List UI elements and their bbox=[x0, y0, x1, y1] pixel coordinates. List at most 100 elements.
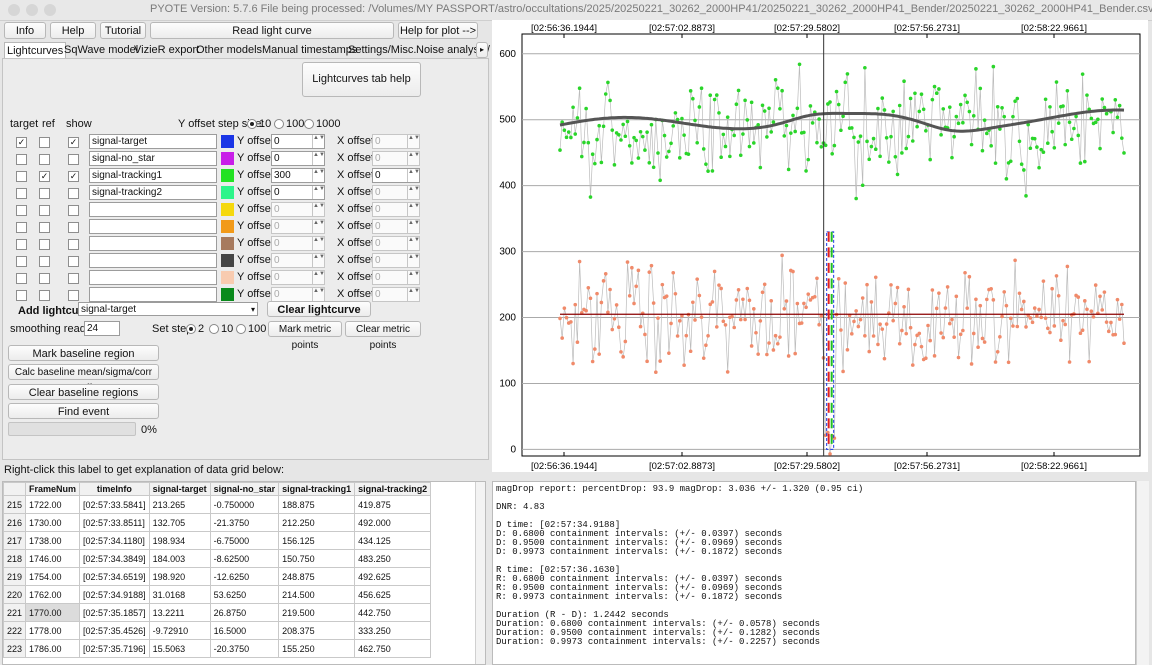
table-row[interactable]: 216 1730.00 [02:57:33.8511] 132.705 -21.3750… bbox=[3, 513, 432, 532]
minimize-window-icon[interactable] bbox=[26, 4, 38, 16]
table-cell[interactable]: 150.750 bbox=[278, 549, 356, 568]
ref-checkbox[interactable] bbox=[39, 205, 50, 216]
close-window-icon[interactable] bbox=[8, 4, 20, 16]
clear-lightcurve-list-button[interactable]: Clear lightcurve list bbox=[267, 301, 371, 332]
table-cell[interactable]: [02:57:33.8511] bbox=[79, 513, 150, 532]
table-cell[interactable]: 1738.00 bbox=[25, 531, 81, 550]
table-cell[interactable]: 53.6250 bbox=[209, 585, 280, 604]
step-100-radio[interactable] bbox=[274, 119, 284, 129]
stepper-icon[interactable]: ▲▼ bbox=[407, 271, 419, 284]
x-offset-input[interactable]: 0 ▲▼ bbox=[372, 219, 420, 234]
target-checkbox[interactable] bbox=[16, 239, 27, 250]
table-row[interactable]: 217 1738.00 [02:57:34.1180] 198.934 -6.75000… bbox=[3, 531, 432, 550]
smoothing-readings-input[interactable]: 24 bbox=[84, 321, 120, 336]
row-number[interactable]: 220 bbox=[3, 585, 27, 604]
curve-name-field[interactable] bbox=[89, 219, 217, 234]
ref-checkbox[interactable] bbox=[39, 239, 50, 250]
stepper-icon[interactable]: ▲▼ bbox=[407, 237, 419, 250]
table-cell[interactable]: 1730.00 bbox=[25, 513, 81, 532]
table-cell[interactable]: 15.5063 bbox=[148, 639, 211, 658]
show-checkbox[interactable] bbox=[68, 222, 79, 233]
show-checkbox[interactable]: ✓ bbox=[68, 137, 79, 148]
table-cell[interactable]: -6.75000 bbox=[209, 531, 280, 550]
target-checkbox[interactable]: ✓ bbox=[16, 137, 27, 148]
tab-scroll-right-icon[interactable]: ▸ bbox=[476, 42, 488, 58]
curve-name-field[interactable]: signal-tracking2 bbox=[89, 185, 217, 200]
table-cell[interactable]: 16.5000 bbox=[209, 621, 280, 640]
x-offset-input[interactable]: 0 ▲▼ bbox=[372, 287, 420, 302]
table-cell[interactable]: 212.250 bbox=[278, 513, 356, 532]
row-number[interactable]: 219 bbox=[3, 567, 27, 586]
table-cell[interactable]: 1786.00 bbox=[25, 639, 81, 658]
table-cell[interactable]: 248.875 bbox=[278, 567, 356, 586]
stepper-icon[interactable]: ▲▼ bbox=[312, 203, 324, 216]
show-checkbox[interactable] bbox=[68, 273, 79, 284]
table-cell[interactable]: -8.62500 bbox=[209, 549, 280, 568]
x-offset-input[interactable]: 0 ▲▼ bbox=[372, 202, 420, 217]
curve-name-field[interactable]: signal-tracking1 bbox=[89, 168, 217, 183]
table-cell[interactable]: 155.250 bbox=[278, 639, 356, 658]
x-offset-input[interactable]: 0 ▲▼ bbox=[372, 168, 420, 183]
y-offset-input[interactable]: 0 ▲▼ bbox=[271, 185, 325, 200]
clear-metric-points-button[interactable]: Clear metric points bbox=[345, 321, 421, 351]
target-checkbox[interactable] bbox=[16, 222, 27, 233]
stepper-icon[interactable]: ▲▼ bbox=[407, 220, 419, 233]
x-offset-input[interactable]: 0 ▲▼ bbox=[372, 151, 420, 166]
curve-name-field[interactable]: signal-no_star bbox=[89, 151, 217, 166]
table-cell[interactable]: 208.375 bbox=[278, 621, 356, 640]
color-swatch[interactable] bbox=[221, 186, 234, 199]
table-cell[interactable]: -0.750000 bbox=[209, 495, 280, 514]
stepper-icon[interactable]: ▲▼ bbox=[312, 186, 324, 199]
table-cell[interactable]: 1762.00 bbox=[25, 585, 81, 604]
target-checkbox[interactable] bbox=[16, 188, 27, 199]
ref-checkbox[interactable] bbox=[39, 290, 50, 301]
tab-manual-timestamps[interactable]: Manual timestamps bbox=[260, 42, 359, 58]
stepper-icon[interactable]: ▲▼ bbox=[407, 203, 419, 216]
tab-sqwave-model[interactable]: SqWave model bbox=[62, 42, 140, 58]
set-step-10-radio[interactable] bbox=[209, 324, 219, 334]
stepper-icon[interactable]: ▲▼ bbox=[312, 220, 324, 233]
table-row[interactable]: 220 1762.00 [02:57:34.9188] 31.0168 53.6250 2… bbox=[3, 585, 432, 604]
row-number[interactable]: 223 bbox=[3, 639, 27, 658]
y-offset-input[interactable]: 0 ▲▼ bbox=[271, 253, 325, 268]
curve-name-field[interactable] bbox=[89, 287, 217, 302]
report-scrollbar[interactable] bbox=[1136, 481, 1149, 665]
read-light-curve-button[interactable]: Read light curve bbox=[150, 22, 394, 39]
x-offset-input[interactable]: 0 ▲▼ bbox=[372, 253, 420, 268]
color-swatch[interactable] bbox=[221, 135, 234, 148]
stepper-icon[interactable]: ▲▼ bbox=[312, 271, 324, 284]
table-cell[interactable]: 1770.00 bbox=[25, 603, 81, 622]
tab-lightcurves[interactable]: Lightcurves bbox=[4, 42, 67, 59]
ref-checkbox[interactable] bbox=[39, 188, 50, 199]
curve-name-field[interactable] bbox=[89, 236, 217, 251]
stepper-icon[interactable]: ▲▼ bbox=[407, 169, 419, 182]
show-checkbox[interactable] bbox=[68, 205, 79, 216]
ref-checkbox[interactable] bbox=[39, 273, 50, 284]
row-number[interactable]: 218 bbox=[3, 549, 27, 568]
show-checkbox[interactable]: ✓ bbox=[68, 171, 79, 182]
show-checkbox[interactable] bbox=[68, 154, 79, 165]
row-number[interactable]: 217 bbox=[3, 531, 27, 550]
table-cell[interactable]: 333.250 bbox=[354, 621, 432, 640]
tab-vizier-export[interactable]: VizieR export bbox=[132, 42, 201, 58]
row-number[interactable]: 221 bbox=[3, 603, 27, 622]
table-cell[interactable]: 442.750 bbox=[354, 603, 432, 622]
table-row[interactable]: 218 1746.00 [02:57:34.3849] 184.003 -8.62500… bbox=[3, 549, 432, 568]
lightcurves-tab-help-button[interactable]: Lightcurves tab help bbox=[302, 62, 421, 97]
data-grid-explanation-label[interactable]: Right-click this label to get explanatio… bbox=[4, 464, 284, 476]
data-table[interactable]: FrameNum timeInfo signal-target signal-no_s… bbox=[3, 482, 432, 658]
row-number[interactable]: 215 bbox=[3, 495, 27, 514]
table-cell[interactable]: [02:57:33.5841] bbox=[79, 495, 150, 514]
x-offset-input[interactable]: 0 ▲▼ bbox=[372, 185, 420, 200]
zoom-window-icon[interactable] bbox=[44, 4, 56, 16]
table-cell[interactable]: 492.000 bbox=[354, 513, 432, 532]
table-row[interactable]: 221 1770.00 [02:57:35.1857] 13.2211 26.8750 2… bbox=[3, 603, 432, 622]
show-checkbox[interactable] bbox=[68, 239, 79, 250]
stepper-icon[interactable]: ▲▼ bbox=[407, 135, 419, 148]
stepper-icon[interactable]: ▲▼ bbox=[312, 135, 324, 148]
help-button[interactable]: Help bbox=[50, 22, 96, 39]
grid-scrollbar[interactable] bbox=[475, 482, 485, 664]
light-curve-plot[interactable]: 0 100 200 300 400 500 600 [02:56:36.1944] [02:56… bbox=[492, 20, 1148, 472]
color-swatch[interactable] bbox=[221, 203, 234, 216]
table-cell[interactable]: [02:57:34.9188] bbox=[79, 585, 150, 604]
